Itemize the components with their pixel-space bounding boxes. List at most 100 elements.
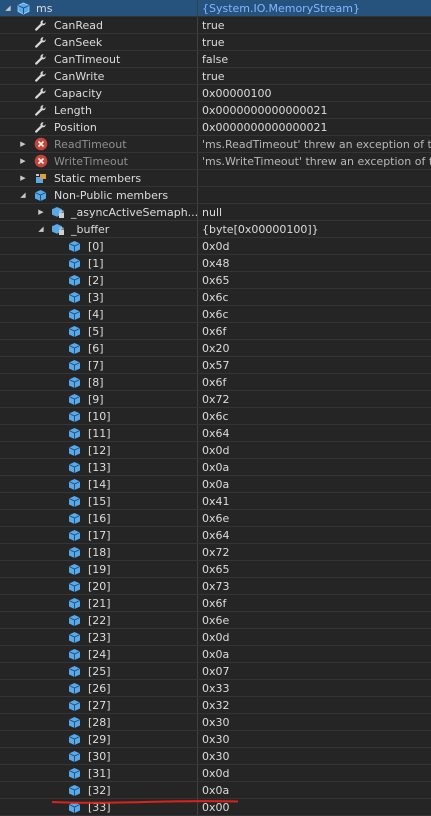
- buffer-item-row[interactable]: [4] 0x6c: [0, 306, 431, 323]
- expand-icon[interactable]: ▶: [18, 136, 28, 152]
- value-cell[interactable]: 0x6e: [198, 612, 431, 628]
- value-cell[interactable]: 0x6f: [198, 595, 431, 611]
- expand-icon[interactable]: ▶: [18, 153, 28, 169]
- collapse-icon[interactable]: ◢: [18, 187, 28, 203]
- buffer-item-row[interactable]: [28] 0x30: [0, 714, 431, 731]
- buffer-item-row[interactable]: [25] 0x07: [0, 663, 431, 680]
- value-cell[interactable]: 0x0d: [198, 629, 431, 645]
- value-cell[interactable]: 0x57: [198, 357, 431, 373]
- value-cell[interactable]: null: [198, 204, 431, 220]
- value-cell[interactable]: 0x64: [198, 425, 431, 441]
- buffer-item-row[interactable]: [6] 0x20: [0, 340, 431, 357]
- value-cell[interactable]: 'ms.WriteTimeout' threw an exception of …: [198, 153, 431, 169]
- value-cell[interactable]: 0x73: [198, 578, 431, 594]
- value-cell[interactable]: 0x30: [198, 714, 431, 730]
- value-cell[interactable]: 0x07: [198, 663, 431, 679]
- buffer-item-row[interactable]: [8] 0x6f: [0, 374, 431, 391]
- property-row[interactable]: CanWrite true: [0, 68, 431, 85]
- value-cell[interactable]: 'ms.ReadTimeout' threw an exception of t…: [198, 136, 431, 152]
- value-cell[interactable]: 0x6c: [198, 289, 431, 305]
- value-cell[interactable]: 0x00000100: [198, 85, 431, 101]
- watch-row-ms[interactable]: ◢ ms {System.IO.MemoryStream}: [0, 0, 431, 17]
- collapse-icon[interactable]: ◢: [36, 221, 46, 237]
- value-cell[interactable]: 0x0d: [198, 442, 431, 458]
- value-cell[interactable]: 0x0a: [198, 459, 431, 475]
- value-cell[interactable]: true: [198, 68, 431, 84]
- error-property-row[interactable]: ▶ WriteTimeout 'ms.WriteTimeout' threw an …: [0, 153, 431, 170]
- property-row[interactable]: CanTimeout false: [0, 51, 431, 68]
- value-cell[interactable]: 0x48: [198, 255, 431, 271]
- buffer-item-row[interactable]: [21] 0x6f: [0, 595, 431, 612]
- expand-icon[interactable]: ▶: [18, 170, 28, 186]
- buffer-item-row[interactable]: [0] 0x0d: [0, 238, 431, 255]
- property-row[interactable]: Length 0x0000000000000021: [0, 102, 431, 119]
- value-cell[interactable]: 0x6c: [198, 408, 431, 424]
- buffer-item-row[interactable]: [24] 0x0a: [0, 646, 431, 663]
- value-cell[interactable]: 0x33: [198, 680, 431, 696]
- field-icon: [68, 767, 81, 780]
- buffer-item-row[interactable]: [23] 0x0d: [0, 629, 431, 646]
- value-cell[interactable]: 0x0a: [198, 476, 431, 492]
- collapse-icon[interactable]: ◢: [3, 0, 13, 16]
- buffer-item-row[interactable]: [19] 0x65: [0, 561, 431, 578]
- buffer-item-row[interactable]: [26] 0x33: [0, 680, 431, 697]
- value-cell[interactable]: 0x6f: [198, 323, 431, 339]
- buffer-item-row[interactable]: [17] 0x64: [0, 527, 431, 544]
- value-cell[interactable]: 0x0d: [198, 238, 431, 254]
- property-row[interactable]: CanRead true: [0, 17, 431, 34]
- buffer-item-row[interactable]: [10] 0x6c: [0, 408, 431, 425]
- expand-icon[interactable]: ▶: [36, 204, 46, 220]
- buffer-item-row[interactable]: [18] 0x72: [0, 544, 431, 561]
- buffer-item-row[interactable]: [12] 0x0d: [0, 442, 431, 459]
- buffer-item-row[interactable]: [14] 0x0a: [0, 476, 431, 493]
- value-cell[interactable]: 0x0000000000000021: [198, 102, 431, 118]
- buffer-item-row[interactable]: [27] 0x32: [0, 697, 431, 714]
- buffer-item-row[interactable]: [9] 0x72: [0, 391, 431, 408]
- value-cell[interactable]: 0x0000000000000021: [198, 119, 431, 135]
- value-cell[interactable]: 0x65: [198, 272, 431, 288]
- value-cell[interactable]: {byte[0x00000100]}: [198, 221, 431, 237]
- value-cell[interactable]: 0x20: [198, 340, 431, 356]
- value-cell[interactable]: 0x6e: [198, 510, 431, 526]
- buffer-item-row[interactable]: [3] 0x6c: [0, 289, 431, 306]
- buffer-row[interactable]: ◢ _buffer {byte[0x00000100]}: [0, 221, 431, 238]
- buffer-item-row[interactable]: [20] 0x73: [0, 578, 431, 595]
- static-members-row[interactable]: ▶ Static members: [0, 170, 431, 187]
- value-cell[interactable]: 0x64: [198, 527, 431, 543]
- buffer-item-row[interactable]: [22] 0x6e: [0, 612, 431, 629]
- buffer-item-row[interactable]: [15] 0x41: [0, 493, 431, 510]
- value-cell[interactable]: 0x6f: [198, 374, 431, 390]
- value-cell[interactable]: 0x30: [198, 731, 431, 747]
- buffer-item-row[interactable]: [29] 0x30: [0, 731, 431, 748]
- value-cell[interactable]: 0x0a: [198, 782, 431, 798]
- value-cell[interactable]: 0x0a: [198, 646, 431, 662]
- property-row[interactable]: CanSeek true: [0, 34, 431, 51]
- buffer-item-row[interactable]: [2] 0x65: [0, 272, 431, 289]
- value-cell[interactable]: 0x65: [198, 561, 431, 577]
- buffer-item-row[interactable]: [7] 0x57: [0, 357, 431, 374]
- buffer-item-row[interactable]: [16] 0x6e: [0, 510, 431, 527]
- property-row[interactable]: Position 0x0000000000000021: [0, 119, 431, 136]
- value-cell[interactable]: 0x72: [198, 391, 431, 407]
- value-cell[interactable]: 0x41: [198, 493, 431, 509]
- value-cell[interactable]: 0x32: [198, 697, 431, 713]
- non-public-members-row[interactable]: ◢ Non-Public members: [0, 187, 431, 204]
- async-semaphore-row[interactable]: ▶ _asyncActiveSemaph... null: [0, 204, 431, 221]
- buffer-item-row[interactable]: [1] 0x48: [0, 255, 431, 272]
- value-cell[interactable]: true: [198, 17, 431, 33]
- buffer-item-row[interactable]: [32] 0x0a: [0, 782, 431, 799]
- buffer-item-row[interactable]: [30] 0x30: [0, 748, 431, 765]
- error-property-row[interactable]: ▶ ReadTimeout 'ms.ReadTimeout' threw an ex…: [0, 136, 431, 153]
- value-cell[interactable]: {System.IO.MemoryStream}: [198, 0, 431, 16]
- value-cell[interactable]: true: [198, 34, 431, 50]
- value-cell[interactable]: 0x72: [198, 544, 431, 560]
- value-cell[interactable]: 0x6c: [198, 306, 431, 322]
- value-cell[interactable]: false: [198, 51, 431, 67]
- value-cell[interactable]: 0x0d: [198, 765, 431, 781]
- buffer-item-row[interactable]: [11] 0x64: [0, 425, 431, 442]
- property-row[interactable]: Capacity 0x00000100: [0, 85, 431, 102]
- buffer-item-row[interactable]: [13] 0x0a: [0, 459, 431, 476]
- buffer-item-row[interactable]: [5] 0x6f: [0, 323, 431, 340]
- value-cell[interactable]: 0x30: [198, 748, 431, 764]
- buffer-item-row[interactable]: [31] 0x0d: [0, 765, 431, 782]
